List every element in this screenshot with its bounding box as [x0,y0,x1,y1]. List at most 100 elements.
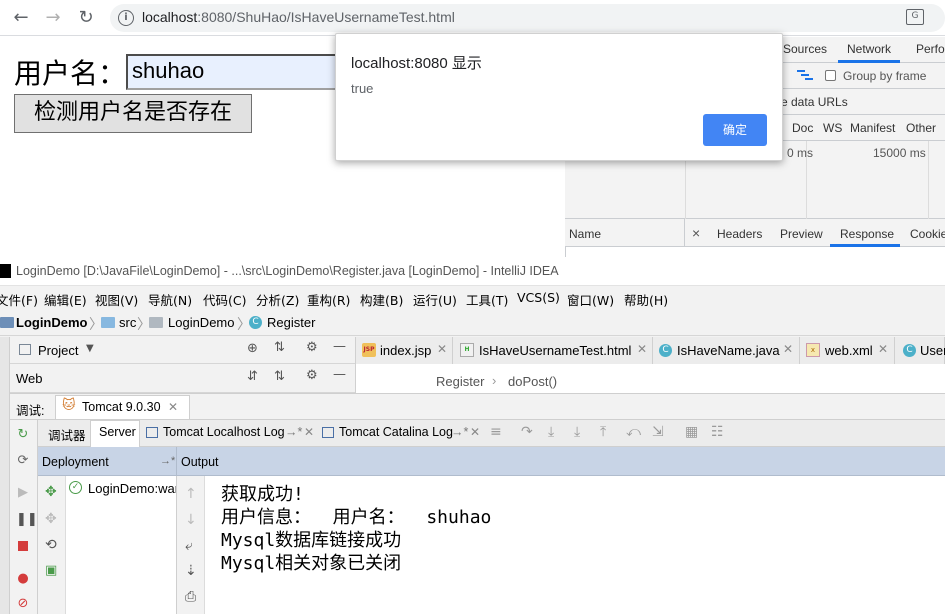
filter-manifest[interactable]: Manifest [850,121,895,135]
editor-crumb-method[interactable]: doPost() [508,374,557,389]
pin-icon[interactable]: →* [285,425,302,439]
output-title: Output [181,455,219,469]
gear-icon[interactable]: ⚙ [306,340,318,355]
username-input[interactable]: shuhao [126,54,338,90]
crumb-src[interactable]: src [119,315,136,330]
menu-build[interactable]: 构建(B) [360,290,403,309]
tab-debugger[interactable]: 调试器 [48,425,86,444]
close-icon[interactable]: × [692,225,700,241]
locate-icon[interactable]: ⊕ [247,341,258,356]
menu-analyze[interactable]: 分析(Z) [256,290,299,309]
minimize-icon[interactable]: — [333,367,346,382]
resume-icon[interactable]: ▶ [16,486,30,500]
step-out-icon[interactable]: ⤒ [600,424,606,440]
print-icon[interactable]: ⎙ [185,589,196,605]
web-facet-label[interactable]: Web [16,371,43,386]
step-over-icon[interactable]: ↷ [521,424,533,440]
menu-file[interactable]: 文件(F) [0,290,38,309]
force-step-into-icon[interactable]: ⤓ [574,424,580,440]
evaluate-icon[interactable]: ▦ [685,424,698,440]
project-panel-title[interactable]: Project [38,343,78,358]
menu-vcs[interactable]: VCS(S) [517,290,560,305]
crumb-project[interactable]: LoginDemo [16,315,88,330]
close-tab-icon[interactable]: ✕ [168,400,178,414]
alert-ok-button[interactable]: 确定 [703,114,767,146]
editor-crumb-class[interactable]: Register [436,374,484,389]
pin-icon[interactable]: →* [451,425,468,439]
run-to-cursor-icon[interactable]: ⇲ [652,424,664,440]
close-tab-icon[interactable]: ✕ [437,342,447,356]
tab-headers[interactable]: Headers [717,227,762,241]
waterfall-icon[interactable] [797,69,813,81]
redeploy-icon[interactable]: ⟲ [45,537,57,553]
back-button[interactable]: ← [9,6,33,30]
timeline-label: 0 ms [787,146,814,160]
reload-button[interactable]: ↻ [74,6,98,30]
filter-ws[interactable]: WS [823,121,842,135]
forward-button[interactable]: → [41,6,65,30]
pin-icon[interactable]: →* [160,455,175,467]
scroll-up-icon[interactable]: ↑ [185,486,197,502]
editor-tab-label: web.xml [825,343,873,358]
menu-refactor[interactable]: 重构(R) [307,290,350,309]
group-by-frame-checkbox[interactable] [825,70,836,81]
active-tab-indicator [830,244,900,247]
tab-network[interactable]: Network [847,42,891,56]
chevron-down-icon[interactable]: ▼ [86,343,94,354]
tab-performance[interactable]: Perfo [916,42,945,56]
minimize-icon[interactable]: — [333,339,346,354]
hide-data-urls-label[interactable]: e data URLs [781,95,848,109]
tab-server[interactable]: Server [99,425,136,439]
menu-window[interactable]: 窗口(W) [567,290,614,309]
menu-icon[interactable]: ≡ [490,424,502,440]
deployment-item[interactable]: LoginDemo:war [88,481,176,496]
editor-tab-label: User [920,343,945,358]
tab-preview[interactable]: Preview [780,227,823,241]
menu-edit[interactable]: 编辑(E) [44,290,87,309]
crumb-class[interactable]: Register [267,315,315,330]
menu-view[interactable]: 视图(V) [95,290,138,309]
info-icon[interactable]: i [118,10,134,26]
tab-sources[interactable]: Sources [783,42,827,56]
tab-response[interactable]: Response [840,227,894,241]
menu-navigate[interactable]: 导航(N) [148,290,192,309]
menu-run[interactable]: 运行(U) [413,290,457,309]
drop-frame-icon[interactable]: ⤺ [626,424,641,440]
collapse-icon[interactable]: ⇅ [274,340,285,355]
menu-code[interactable]: 代码(C) [203,290,246,309]
tab-localhost-log[interactable]: Tomcat Localhost Log [163,425,285,439]
close-tab-icon[interactable]: ✕ [637,342,647,356]
pause-icon[interactable]: ❚❚ [16,513,38,527]
tab-cookies[interactable]: Cookie [910,227,945,241]
filter-doc[interactable]: Doc [792,121,813,135]
collapse-icon[interactable]: ⇅ [274,369,285,384]
trace-icon[interactable]: ☷ [711,424,724,440]
crumb-package[interactable]: LoginDemo [168,315,235,330]
artifact-icon[interactable]: ▣ [45,563,57,578]
menu-help[interactable]: 帮助(H) [624,290,668,309]
check-username-button[interactable]: 检测用户名是否存在 [14,94,252,133]
stop-icon[interactable] [18,541,28,551]
ide-title: LoginDemo [D:\JavaFile\LoginDemo] - ...\… [16,264,559,278]
mute-breakpoints-icon[interactable]: ⊘ [16,597,30,611]
scroll-down-icon[interactable]: ↓ [185,512,197,528]
soft-wrap-icon[interactable]: ⤶ [185,538,193,554]
expand-icon[interactable]: ⇵ [247,369,258,384]
gear-icon[interactable]: ⚙ [306,368,318,383]
rerun-icon[interactable]: ↻ [16,428,30,442]
undeploy-icon[interactable]: ✥ [45,511,57,527]
deploy-icon[interactable]: ✥ [45,484,57,500]
name-column-label[interactable]: Name [569,227,601,241]
close-tab-icon[interactable]: ✕ [304,425,314,439]
scroll-to-end-icon[interactable]: ⇣ [185,563,197,579]
close-tab-icon[interactable]: ✕ [470,425,480,439]
tab-catalina-log[interactable]: Tomcat Catalina Log [339,425,453,439]
breakpoints-icon[interactable]: ● [16,572,30,586]
refresh-icon[interactable]: ⟳ [16,454,30,468]
step-into-icon[interactable]: ⤓ [548,424,554,440]
close-tab-icon[interactable]: ✕ [783,342,793,356]
filter-other[interactable]: Other [906,121,936,135]
menu-tools[interactable]: 工具(T) [466,290,508,309]
close-tab-icon[interactable]: ✕ [878,342,888,356]
translate-icon[interactable]: G [906,9,924,25]
